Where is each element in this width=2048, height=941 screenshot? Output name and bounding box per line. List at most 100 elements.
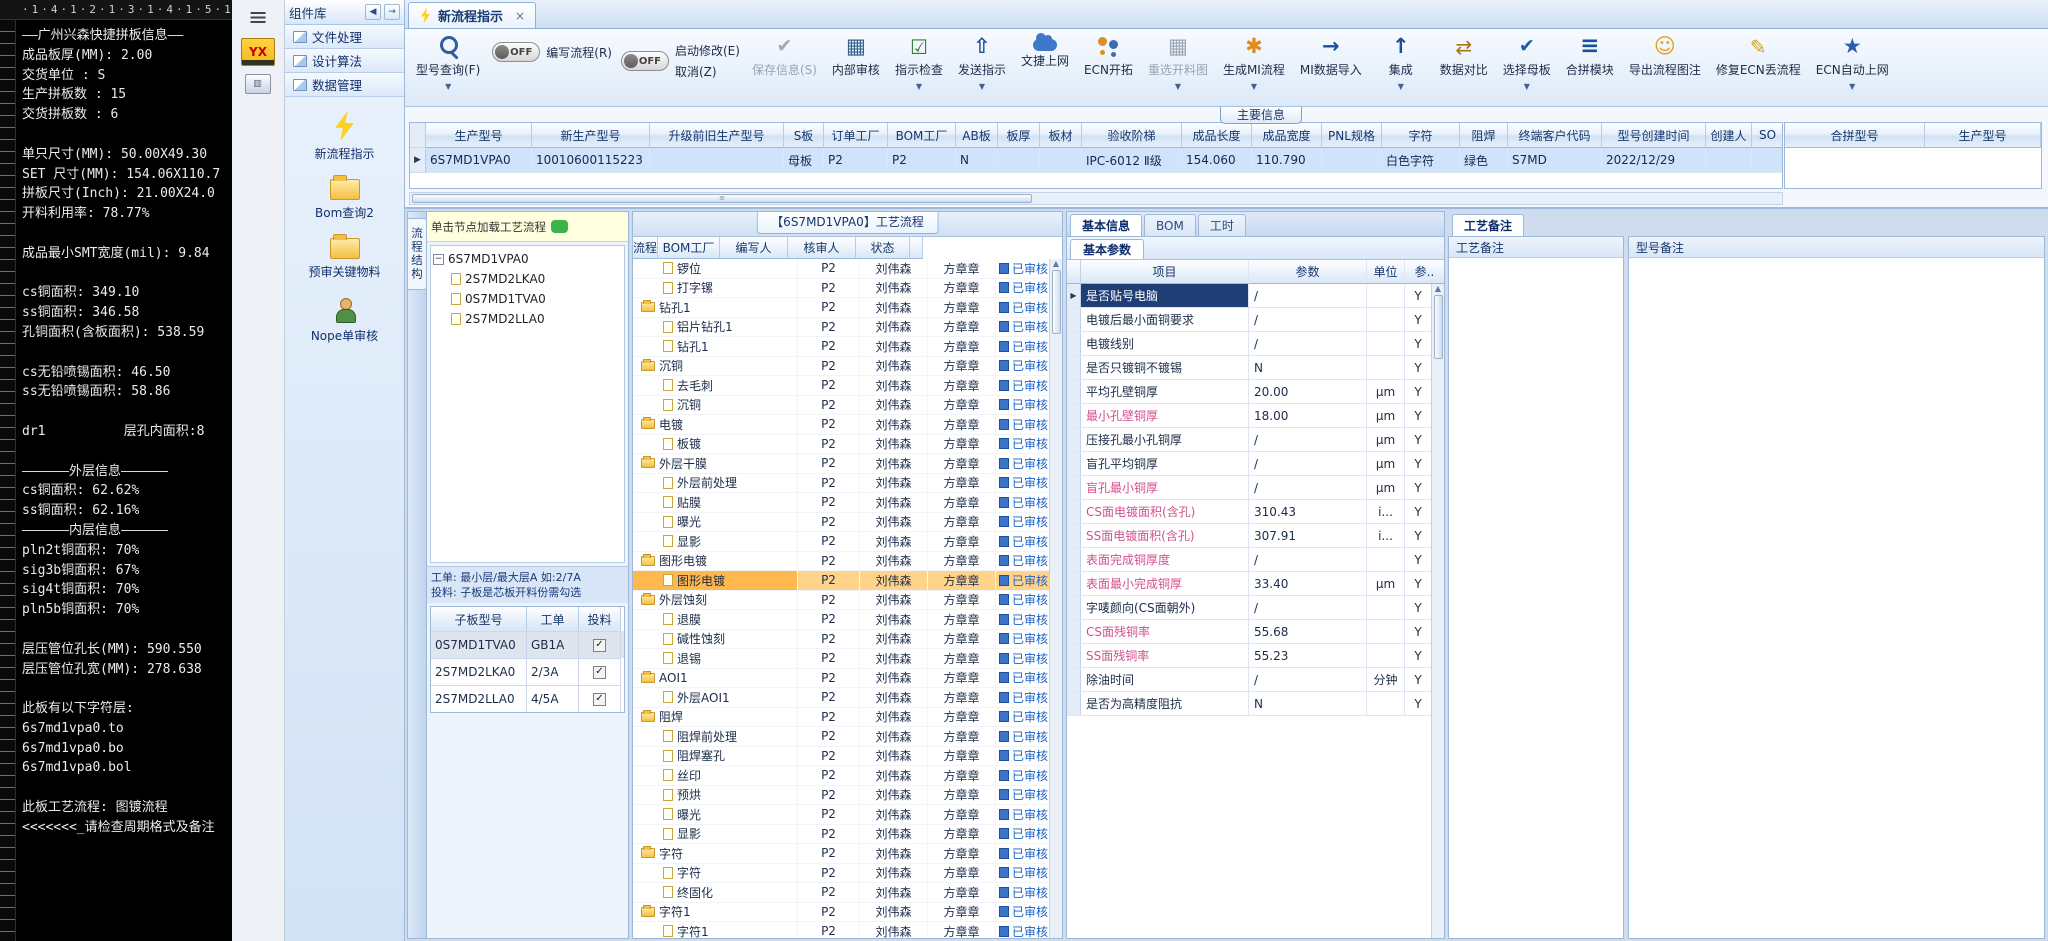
process-row[interactable]: 预烘 P2 刘伟森 方章章 已审核 bbox=[633, 785, 1049, 805]
process-row[interactable]: 显影 P2 刘伟森 方章章 已审核 bbox=[633, 532, 1049, 552]
model-notes-editor[interactable] bbox=[1629, 258, 2044, 938]
process-row[interactable]: 终固化 P2 刘伟森 方章章 已审核 bbox=[633, 883, 1049, 903]
process-row[interactable]: 贴膜 P2 刘伟森 方章章 已审核 bbox=[633, 493, 1049, 513]
param-value[interactable]: / bbox=[1249, 332, 1367, 355]
column-header[interactable]: PNL规格 bbox=[1322, 123, 1382, 148]
column-header[interactable]: 编写人 bbox=[720, 237, 789, 259]
process-row[interactable]: 字符1 P2 刘伟森 方章章 已审核 bbox=[633, 902, 1049, 922]
cell[interactable]: P2 bbox=[888, 148, 956, 173]
column-header[interactable]: 合拼型号 bbox=[1785, 123, 1925, 148]
column-header[interactable]: 新生产型号 bbox=[532, 123, 650, 148]
tab-basic-params[interactable]: 基本参数 bbox=[1070, 239, 1145, 259]
toolbar-button[interactable]: ECN自动上网 ▼ bbox=[1813, 32, 1892, 92]
toolbar-button[interactable]: 合拼模块 bbox=[1563, 32, 1617, 79]
cell[interactable]: N bbox=[956, 148, 998, 173]
process-row[interactable]: 外层AOI1 P2 刘伟森 方章章 已审核 bbox=[633, 688, 1049, 708]
model-table-row[interactable]: ▶ 6S7MD1VPA0 10010600115223 母板 P2 P2 N IPC-6012… bbox=[410, 148, 1782, 173]
process-row[interactable]: 电镀 P2 刘伟森 方章章 已审核 bbox=[633, 415, 1049, 435]
param-value[interactable]: 307.91 bbox=[1249, 524, 1367, 547]
param-row[interactable]: 平均孔壁铜厚 20.00 μm Y bbox=[1067, 380, 1431, 404]
checkbox[interactable]: ✓ bbox=[593, 665, 606, 679]
cell[interactable] bbox=[1706, 148, 1752, 173]
param-row[interactable]: 是否只镀铜不镀锡 N Y bbox=[1067, 356, 1431, 380]
column-header[interactable]: 字符 bbox=[1382, 123, 1460, 148]
param-row[interactable]: SS面电镀面积(含孔) 307.91 i... Y bbox=[1067, 524, 1431, 548]
toolbar-button[interactable]: 修复ECN丢流程 bbox=[1713, 32, 1804, 79]
param-row[interactable]: 除油时间 / 分钟 Y bbox=[1067, 668, 1431, 692]
expander-icon[interactable]: − bbox=[433, 253, 444, 265]
process-row[interactable]: 碱性蚀刻 P2 刘伟森 方章章 已审核 bbox=[633, 629, 1049, 649]
toolbar-button[interactable]: 发送指示 ▼ bbox=[955, 32, 1009, 92]
column-header[interactable]: 工单 bbox=[527, 607, 579, 631]
checkbox[interactable]: ✓ bbox=[593, 638, 606, 652]
column-header[interactable]: 成品长度 bbox=[1182, 123, 1252, 148]
toolbar-button[interactable]: 内部审核 bbox=[829, 32, 883, 79]
param-row[interactable]: 表面最小完成铜厚 33.40 μm Y bbox=[1067, 572, 1431, 596]
toolbar-button[interactable]: 取消(Z) bbox=[675, 63, 740, 80]
column-header[interactable]: 板材 bbox=[1040, 123, 1082, 148]
tool-新流程指示[interactable]: 新流程指示 bbox=[285, 111, 404, 162]
tree-root[interactable]: −6S7MD1VPA0 bbox=[433, 249, 622, 269]
param-value[interactable]: / bbox=[1249, 476, 1367, 499]
chevron-down-icon[interactable]: ▼ bbox=[445, 82, 451, 91]
toolbar-button[interactable]: 数据对比 bbox=[1437, 32, 1491, 79]
sidebar-item-数据管理[interactable]: 数据管理 bbox=[285, 73, 404, 97]
process-row[interactable]: AOI1 P2 刘伟森 方章章 已审核 bbox=[633, 668, 1049, 688]
cell[interactable] bbox=[1752, 148, 1782, 173]
tab-new-process-instruction[interactable]: 新流程指示 × bbox=[408, 2, 537, 28]
chevron-down-icon[interactable]: ▼ bbox=[979, 82, 985, 91]
param-value[interactable]: / bbox=[1249, 668, 1367, 691]
cell[interactable]: 110.790 bbox=[1252, 148, 1322, 173]
cell[interactable]: 2022/12/29 bbox=[1602, 148, 1706, 173]
column-header[interactable]: 创建人 bbox=[1706, 123, 1752, 148]
process-row[interactable]: 阻焊前处理 P2 刘伟森 方章章 已审核 bbox=[633, 727, 1049, 747]
column-header[interactable]: 参.. bbox=[1405, 260, 1444, 284]
tool-Nope单审核[interactable]: Nope单审核 bbox=[285, 297, 404, 344]
tree-item[interactable]: 0S7MD1TVA0 bbox=[433, 289, 622, 309]
chevron-down-icon[interactable]: ▼ bbox=[1251, 82, 1257, 91]
column-header[interactable]: 状态 bbox=[856, 237, 911, 259]
param-value[interactable]: / bbox=[1249, 548, 1367, 571]
process-row[interactable]: 退膜 P2 刘伟森 方章章 已审核 bbox=[633, 610, 1049, 630]
column-header[interactable]: 升级前旧生产型号 bbox=[650, 123, 784, 148]
cell[interactable]: 6S7MD1VPA0 bbox=[426, 148, 532, 173]
cell[interactable]: 10010600115223 bbox=[532, 148, 650, 173]
chevron-down-icon[interactable]: ▼ bbox=[916, 82, 922, 91]
param-row[interactable]: 电镀后最小面铜要求 / Y bbox=[1067, 308, 1431, 332]
scroll-up-icon[interactable]: ▲ bbox=[1435, 284, 1441, 293]
chevron-down-icon[interactable]: ▼ bbox=[1398, 82, 1404, 91]
process-row[interactable]: 曝光 P2 刘伟森 方章章 已审核 bbox=[633, 512, 1049, 532]
column-header[interactable]: 终端客户代码 bbox=[1508, 123, 1602, 148]
cell[interactable] bbox=[650, 148, 784, 173]
column-header[interactable]: 生产型号 bbox=[1925, 123, 2041, 148]
column-header[interactable]: 验收阶梯 bbox=[1082, 123, 1182, 148]
param-row[interactable]: SS面残铜率 55.23 Y bbox=[1067, 644, 1431, 668]
process-row[interactable]: 图形电镀 P2 刘伟森 方章章 已审核 bbox=[633, 571, 1049, 591]
param-row[interactable]: 盲孔最小铜厚 / μm Y bbox=[1067, 476, 1431, 500]
chevron-down-icon[interactable]: ▼ bbox=[1849, 82, 1855, 91]
cell[interactable]: 母板 bbox=[784, 148, 824, 173]
column-header[interactable]: 核审人 bbox=[788, 237, 857, 259]
param-row[interactable]: 压接孔最小孔铜厚 / μm Y bbox=[1067, 428, 1431, 452]
param-value[interactable]: / bbox=[1249, 452, 1367, 475]
process-row[interactable]: 显影 P2 刘伟森 方章章 已审核 bbox=[633, 824, 1049, 844]
process-notes-editor[interactable] bbox=[1449, 258, 1623, 938]
process-row[interactable]: 板镀 P2 刘伟森 方章章 已审核 bbox=[633, 434, 1049, 454]
cell[interactable]: S7MD bbox=[1508, 148, 1602, 173]
process-row[interactable]: 字符 P2 刘伟森 方章章 已审核 bbox=[633, 844, 1049, 864]
column-header[interactable]: 单位 bbox=[1367, 260, 1405, 284]
process-row[interactable]: 沉铜 P2 刘伟森 方章章 已审核 bbox=[633, 395, 1049, 415]
tab-process-structure[interactable]: 流程结构 bbox=[407, 218, 427, 290]
tree-item[interactable]: 2S7MD2LKA0 bbox=[433, 269, 622, 289]
table-row[interactable]: 0S7MD1TVA0 GB1A ✓ bbox=[431, 631, 624, 658]
param-value[interactable]: 33.40 bbox=[1249, 572, 1367, 595]
cell[interactable]: P2 bbox=[824, 148, 888, 173]
process-row[interactable]: 锣位 P2 刘伟森 方章章 已审核 bbox=[633, 259, 1049, 279]
scroll-up-icon[interactable]: ▲ bbox=[1053, 259, 1059, 268]
toolbar-button[interactable]: 选择母板 ▼ bbox=[1500, 32, 1554, 92]
cell[interactable] bbox=[1040, 148, 1082, 173]
process-row[interactable]: 图形电镀 P2 刘伟森 方章章 已审核 bbox=[633, 551, 1049, 571]
tab-BOM[interactable]: BOM bbox=[1144, 214, 1196, 236]
param-row[interactable]: 表面完成铜厚度 / Y bbox=[1067, 548, 1431, 572]
toolbar-button[interactable]: ECN开拓 bbox=[1081, 32, 1136, 79]
